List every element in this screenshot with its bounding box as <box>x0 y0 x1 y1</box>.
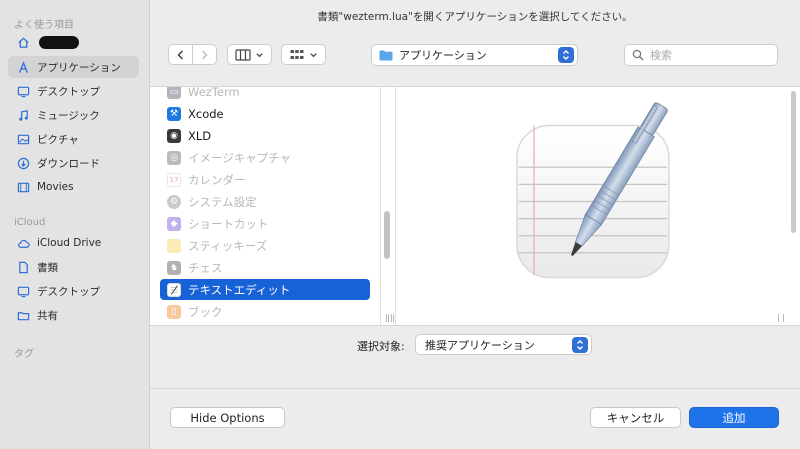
sidebar-item-label: ミュージック <box>37 109 100 122</box>
enable-select[interactable]: 推奨アプリケーション <box>415 334 592 355</box>
tags-header: タグ <box>14 349 34 360</box>
sidebar-item-music[interactable]: ミュージック <box>8 104 139 126</box>
sidebar-item-icloud-desktop[interactable]: デスクトップ <box>8 280 139 302</box>
sidebar-item-label: ピクチャ <box>37 133 79 146</box>
column-scrollbar[interactable] <box>384 211 390 259</box>
list-item[interactable]: ◉ XLD <box>160 125 370 146</box>
list-item-selected[interactable]: テキストエディット <box>160 279 370 300</box>
image-capture-app-icon: ◎ <box>167 150 181 165</box>
shortcuts-app-icon: ◆ <box>167 216 181 231</box>
sidebar-item-documents[interactable]: 書類 <box>8 256 139 278</box>
stickies-app-icon <box>167 238 181 253</box>
books-app-icon: ▯ <box>167 304 181 319</box>
list-item[interactable]: ◎ イメージキャプチャ <box>160 147 370 168</box>
desktop-icon <box>17 285 30 298</box>
system-settings-app-icon: ⚙ <box>167 194 181 209</box>
add-button[interactable]: 追加 <box>689 407 779 428</box>
preview-resize-handle[interactable] <box>388 314 394 322</box>
shared-folder-icon <box>17 309 30 322</box>
wezterm-app-icon: ▭ <box>167 87 181 99</box>
back-button[interactable] <box>169 44 192 65</box>
cancel-button[interactable]: キャンセル <box>590 407 681 428</box>
file-browser: ▭ WezTerm ⚒ Xcode ◉ XLD ◎ イメージキャプチャ 17 カ… <box>150 86 800 326</box>
applications-column[interactable]: ▭ WezTerm ⚒ Xcode ◉ XLD ◎ イメージキャプチャ 17 カ… <box>150 87 381 325</box>
chevron-right-icon <box>202 49 209 60</box>
sidebar-item-label: ダウンロード <box>37 157 100 170</box>
updown-chevron-icon <box>558 47 574 63</box>
redacted-username <box>39 35 79 49</box>
desktop-icon <box>17 85 30 98</box>
applications-icon <box>17 60 30 74</box>
preview-right-resize-handle[interactable] <box>778 314 784 322</box>
textedit-app-icon <box>167 282 181 297</box>
location-label: アプリケーション <box>399 49 487 62</box>
home-icon <box>17 36 30 49</box>
sidebar-item-label: 書類 <box>37 261 58 274</box>
folder-icon <box>379 50 393 60</box>
sidebar-item-icloud-drive[interactable]: iCloud Drive <box>8 232 139 254</box>
hide-options-button[interactable]: Hide Options <box>170 407 285 428</box>
grid-icon <box>290 49 304 59</box>
pictures-icon <box>17 133 30 146</box>
sidebar-item-applications[interactable]: アプリケーション <box>8 56 139 78</box>
list-item[interactable]: 17 カレンダー <box>160 169 370 190</box>
location-popup[interactable]: アプリケーション <box>371 44 578 66</box>
chevron-down-icon <box>256 52 263 57</box>
textedit-preview-icon <box>516 102 670 279</box>
cloud-icon <box>17 237 30 250</box>
downloads-icon <box>17 157 30 170</box>
chevron-down-icon <box>310 52 317 57</box>
sidebar-item-label: iCloud Drive <box>37 237 102 249</box>
main-panel: 書類"wezterm.lua"を開くアプリケーションを選択してください。 アプリ… <box>150 0 800 449</box>
list-item[interactable]: ▯ ブック <box>160 301 370 322</box>
chess-app-icon: ♞ <box>167 260 181 275</box>
list-item[interactable]: ♞ チェス <box>160 257 370 278</box>
enable-label: 選択対象: <box>357 340 405 353</box>
search-icon <box>632 49 644 61</box>
view-mode-button[interactable] <box>227 44 272 65</box>
document-icon <box>17 261 30 274</box>
sidebar-item-shared[interactable]: 共有 <box>8 304 139 326</box>
movies-icon <box>17 181 30 194</box>
sidebar: よく使う項目 アプリケーション デスクトップ ミュージック ピクチャ ダウンロー… <box>0 0 150 449</box>
forward-button[interactable] <box>193 44 216 65</box>
sidebar-item-home[interactable] <box>8 31 139 53</box>
favorites-header: よく使う項目 <box>14 20 74 31</box>
list-item[interactable]: ⚒ Xcode <box>160 103 370 124</box>
sidebar-item-label: アプリケーション <box>37 61 121 74</box>
preview-pane <box>388 87 790 325</box>
sidebar-item-downloads[interactable]: ダウンロード <box>8 152 139 174</box>
list-item[interactable]: スティッキーズ <box>160 235 370 256</box>
enable-select-value: 推奨アプリケーション <box>425 338 535 352</box>
calendar-app-icon: 17 <box>167 172 181 187</box>
columns-view-icon <box>235 48 251 61</box>
dialog-title: 書類"wezterm.lua"を開くアプリケーションを選択してください。 <box>317 11 633 23</box>
xld-app-icon: ◉ <box>167 128 181 143</box>
sidebar-item-movies[interactable]: Movies <box>8 176 139 198</box>
xcode-app-icon: ⚒ <box>167 106 181 121</box>
search-input[interactable] <box>650 48 770 62</box>
search-box <box>624 44 778 66</box>
updown-chevron-icon <box>572 337 588 353</box>
sidebar-item-label: Movies <box>37 181 74 193</box>
icloud-header: iCloud <box>14 217 46 228</box>
list-item[interactable]: ▭ WezTerm <box>160 87 370 102</box>
chevron-left-icon <box>176 49 183 60</box>
sidebar-item-pictures[interactable]: ピクチャ <box>8 128 139 150</box>
music-icon <box>17 109 30 122</box>
sidebar-item-label: 共有 <box>37 309 58 322</box>
list-item[interactable]: ◆ ショートカット <box>160 213 370 234</box>
list-item[interactable]: ⚙ システム設定 <box>160 191 370 212</box>
footer-bar: Hide Options キャンセル 追加 <box>150 388 800 449</box>
sidebar-item-label: デスクトップ <box>37 285 100 298</box>
group-button[interactable] <box>281 44 326 65</box>
sidebar-item-label: デスクトップ <box>37 85 100 98</box>
nav-back-forward <box>168 44 217 65</box>
sidebar-item-desktop[interactable]: デスクトップ <box>8 80 139 102</box>
preview-scrollbar[interactable] <box>791 91 796 233</box>
